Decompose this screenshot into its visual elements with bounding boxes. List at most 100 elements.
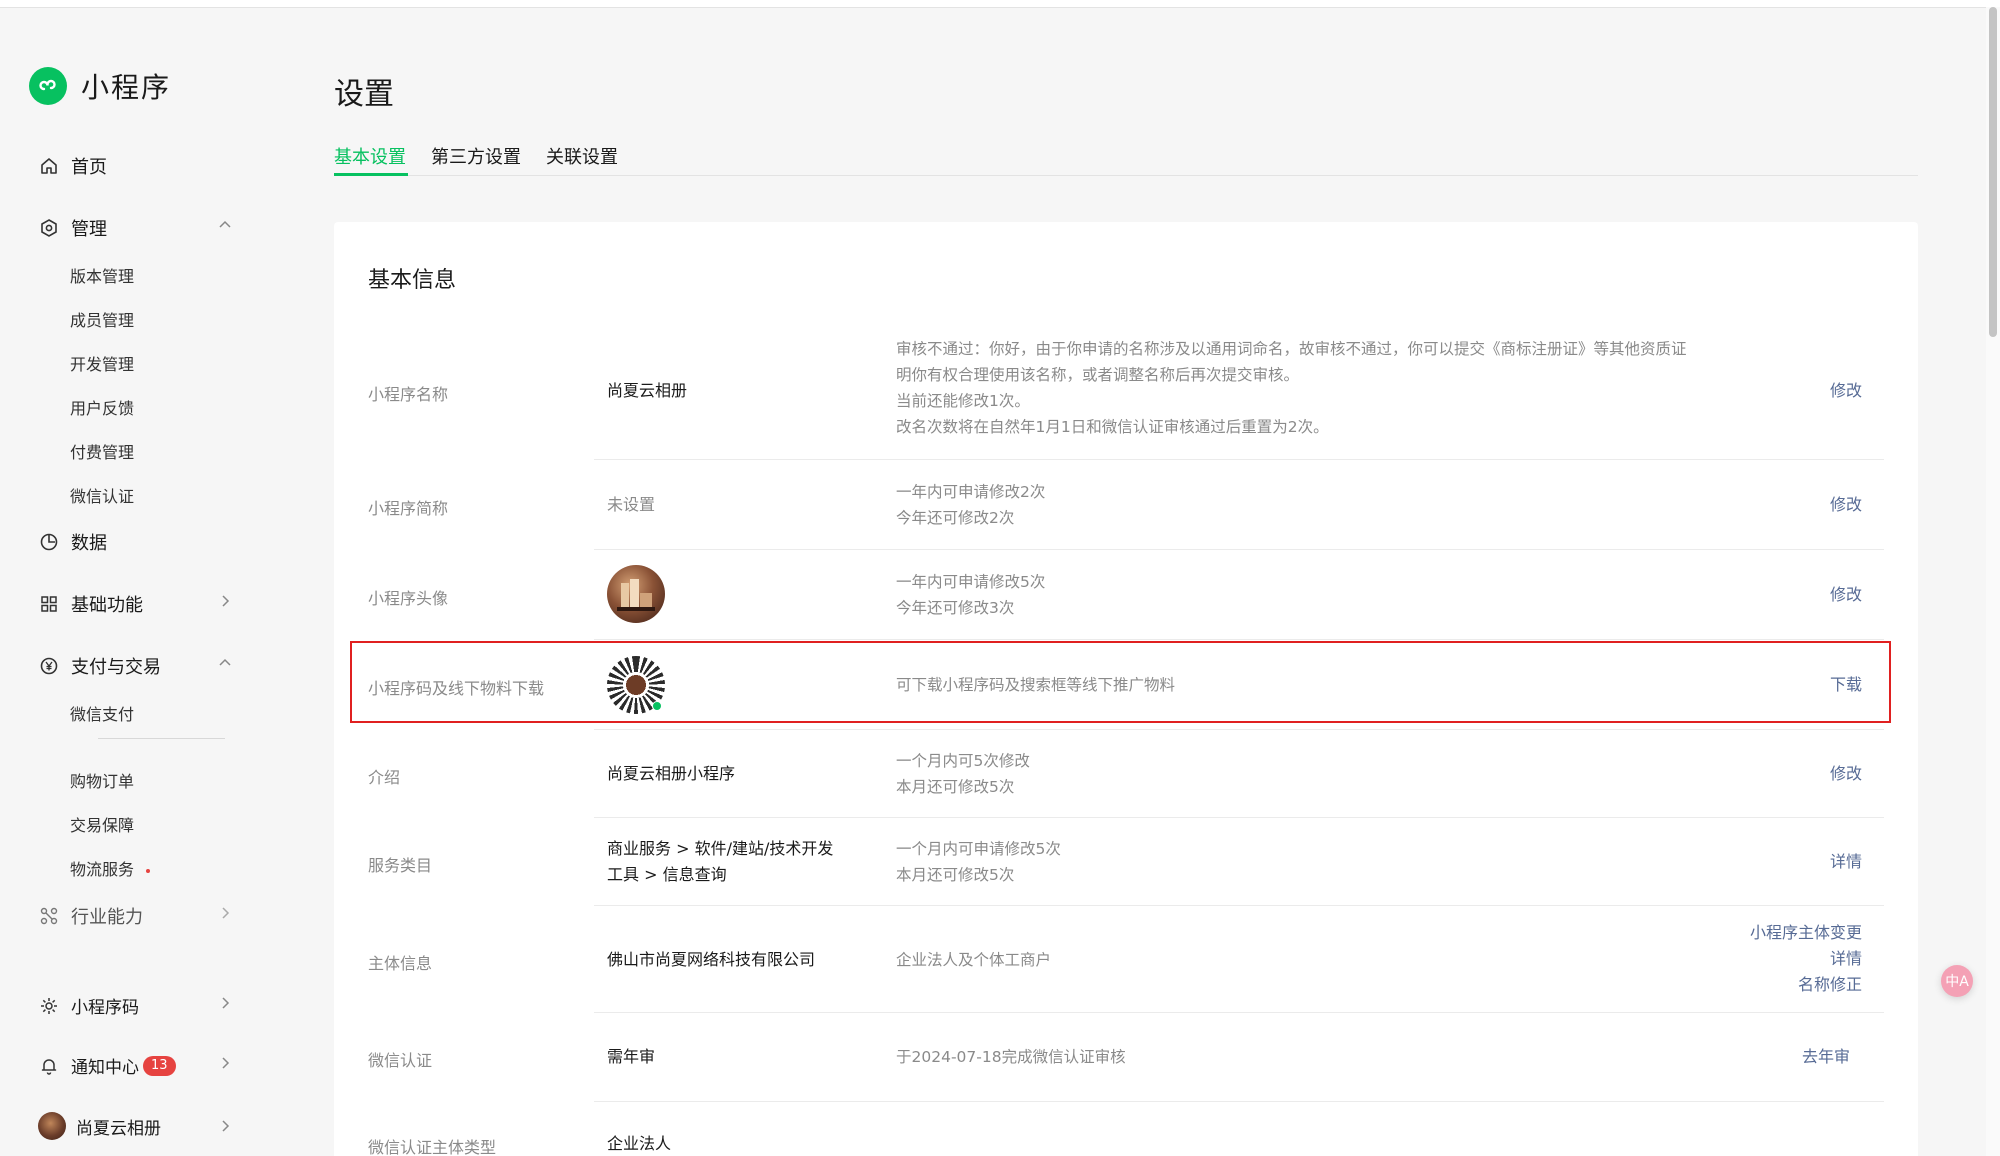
row-introduction: 介绍 尚夏云相册小程序 一个月内可5次修改 本月还可修改5次 修改 (334, 730, 1918, 818)
desc-line: 一年内可申请修改5次 (896, 573, 1046, 591)
row-mini-program-name: 小程序名称 尚夏云相册 审核不通过：你好，由于你申请的名称涉及以通用词命名，故审… (334, 326, 1918, 460)
sidebar-item-manage[interactable]: 管理 (38, 215, 233, 241)
tab-association-settings[interactable]: 关联设置 (546, 143, 618, 169)
translate-icon[interactable]: 中A (1941, 965, 1973, 997)
home-icon (38, 155, 60, 177)
edit-name-link[interactable]: 修改 (1830, 378, 1862, 404)
row-value: 尚夏云相册小程序 (607, 764, 736, 783)
chevron-right-icon (217, 995, 233, 1016)
edit-short-name-link[interactable]: 修改 (1830, 492, 1862, 518)
category-details-link[interactable]: 详情 (1830, 849, 1862, 875)
sidebar-subitem-development[interactable]: 开发管理 (70, 351, 134, 375)
chevron-right-icon (217, 1118, 233, 1139)
desc-line: 一年内可申请修改2次 (896, 483, 1046, 501)
sidebar-item-notifications[interactable]: 通知中心 13 (38, 1053, 233, 1078)
desc-line: 审核不通过：你好，由于你申请的名称涉及以通用词命名，故审核不通过，你可以提交《商… (896, 340, 1687, 358)
desc-line: 明你有权合理使用该名称，或者调整名称后再次提交审核。 (896, 366, 1300, 384)
brand[interactable]: 小程序 (29, 66, 171, 106)
bell-icon (38, 1055, 60, 1077)
app-frame: 小程序 首页 管理 版本管理 成员管理 开发管理 用户反馈 付费管理 微信认证 (0, 7, 1992, 1156)
chevron-right-icon (217, 1055, 233, 1076)
tab-label: 第三方设置 (431, 147, 521, 168)
desc-line: 本月还可修改5次 (896, 778, 1015, 796)
sidebar-item-payment[interactable]: 支付与交易 (38, 653, 233, 679)
row-description: 一个月内可5次修改 本月还可修改5次 (896, 748, 1030, 800)
sidebar-subitem-logistics[interactable]: 物流服务 (70, 856, 151, 880)
sidebar-item-label: 数据 (71, 533, 107, 554)
category-line: 商业服务 > 软件/建站/技术开发 (607, 839, 834, 858)
sidebar-item-label: 物流服务 (70, 860, 135, 879)
sidebar-subitem-billing[interactable]: 付费管理 (70, 439, 134, 463)
sidebar-item-data[interactable]: 数据 (38, 529, 233, 555)
sidebar: 小程序 首页 管理 版本管理 成员管理 开发管理 用户反馈 付费管理 微信认证 (0, 8, 260, 1156)
row-entity-info: 主体信息 佛山市尚夏网络科技有限公司 企业法人及个体工商户 小程序主体变更 详情… (334, 906, 1918, 1013)
sidebar-item-label: 通知中心 (71, 1058, 139, 1078)
sidebar-item-basic-features[interactable]: 基础功能 (38, 591, 233, 617)
row-wechat-verification: 微信认证 需年审 于2024-07-18完成微信认证审核 去年审 (334, 1013, 1918, 1102)
desc-line: 今年还可修改2次 (896, 509, 1015, 527)
chevron-up-icon (217, 217, 233, 238)
sidebar-divider (98, 738, 225, 739)
sidebar-subitem-protection[interactable]: 交易保障 (70, 812, 134, 836)
sidebar-item-industry[interactable]: 行业能力 (38, 903, 233, 929)
entity-actions: 小程序主体变更 详情 名称修正 (1750, 920, 1862, 998)
row-verification-entity-type: 微信认证主体类型 企业法人 (334, 1102, 1918, 1156)
chevron-right-icon (217, 905, 233, 926)
sidebar-item-label: 小程序码 (71, 998, 139, 1018)
row-description: 一个月内可申请修改5次 本月还可修改5次 (896, 836, 1061, 888)
mini-program-logo-icon (29, 67, 67, 105)
row-label: 小程序头像 (368, 589, 449, 608)
edit-avatar-link[interactable]: 修改 (1830, 582, 1862, 608)
yen-coin-icon (38, 655, 60, 677)
tab-label: 关联设置 (546, 147, 618, 168)
card-title: 基本信息 (368, 268, 457, 293)
sidebar-item-account[interactable]: 尚夏云相册 (38, 1112, 233, 1140)
annual-review-link[interactable]: 去年审 (1802, 1044, 1850, 1070)
row-value: 商业服务 > 软件/建站/技术开发 工具 > 信息查询 (607, 836, 833, 888)
sidebar-subitem-members[interactable]: 成员管理 (70, 307, 134, 331)
entity-details-link[interactable]: 详情 (1750, 946, 1862, 972)
desc-line: 一个月内可申请修改5次 (896, 840, 1061, 858)
sidebar-item-label: 支付与交易 (71, 657, 161, 678)
sidebar-item-label: 管理 (71, 219, 107, 240)
industry-capability-icon (38, 905, 60, 927)
desc-line: 今年还可修改3次 (896, 599, 1015, 617)
row-label: 主体信息 (368, 954, 433, 973)
vertical-scrollbar[interactable] (1986, 7, 2000, 1156)
desc-line: 企业法人及个体工商户 (896, 951, 1052, 969)
active-tab-indicator (334, 173, 408, 176)
chevron-up-icon (217, 655, 233, 676)
sidebar-subitem-orders[interactable]: 购物订单 (70, 768, 134, 792)
settings-tabs: 基本设置 第三方设置 关联设置 (334, 134, 1918, 176)
sidebar-subitem-version[interactable]: 版本管理 (70, 263, 134, 287)
notification-count-badge: 13 (143, 1055, 176, 1076)
scrollbar-thumb[interactable] (1989, 7, 1997, 337)
brand-name: 小程序 (81, 71, 172, 104)
desc-line: 本月还可修改5次 (896, 866, 1015, 884)
row-label: 小程序名称 (368, 385, 449, 404)
tab-third-party-settings[interactable]: 第三方设置 (431, 143, 521, 169)
tab-label: 基本设置 (334, 147, 406, 168)
desc-line: 于2024-07-18完成微信认证审核 (896, 1048, 1126, 1066)
row-label: 服务类目 (368, 856, 433, 875)
row-label: 微信认证主体类型 (368, 1138, 497, 1156)
row-description: 于2024-07-18完成微信认证审核 (896, 1044, 1126, 1070)
sidebar-subitem-wechat-pay[interactable]: 微信支付 (70, 701, 134, 725)
settings-icon (38, 217, 60, 239)
name-correction-link[interactable]: 名称修正 (1750, 972, 1862, 998)
row-value (607, 565, 665, 623)
sidebar-subitem-feedback[interactable]: 用户反馈 (70, 395, 134, 419)
sidebar-item-home[interactable]: 首页 (38, 153, 233, 179)
change-entity-link[interactable]: 小程序主体变更 (1750, 920, 1862, 946)
sidebar-subitem-wechat-verify[interactable]: 微信认证 (70, 483, 134, 507)
row-description: 审核不通过：你好，由于你申请的名称涉及以通用词命名，故审核不通过，你可以提交《商… (896, 336, 1687, 440)
row-label: 介绍 (368, 768, 401, 787)
sidebar-item-mini-code[interactable]: 小程序码 (38, 993, 233, 1018)
mini-code-icon (38, 995, 60, 1017)
tab-basic-settings[interactable]: 基本设置 (334, 143, 406, 169)
row-label: 微信认证 (368, 1051, 433, 1070)
pie-chart-icon (38, 531, 60, 553)
row-description: 一年内可申请修改5次 今年还可修改3次 (896, 569, 1045, 621)
edit-intro-link[interactable]: 修改 (1830, 761, 1862, 787)
row-value: 未设置 (607, 495, 656, 514)
